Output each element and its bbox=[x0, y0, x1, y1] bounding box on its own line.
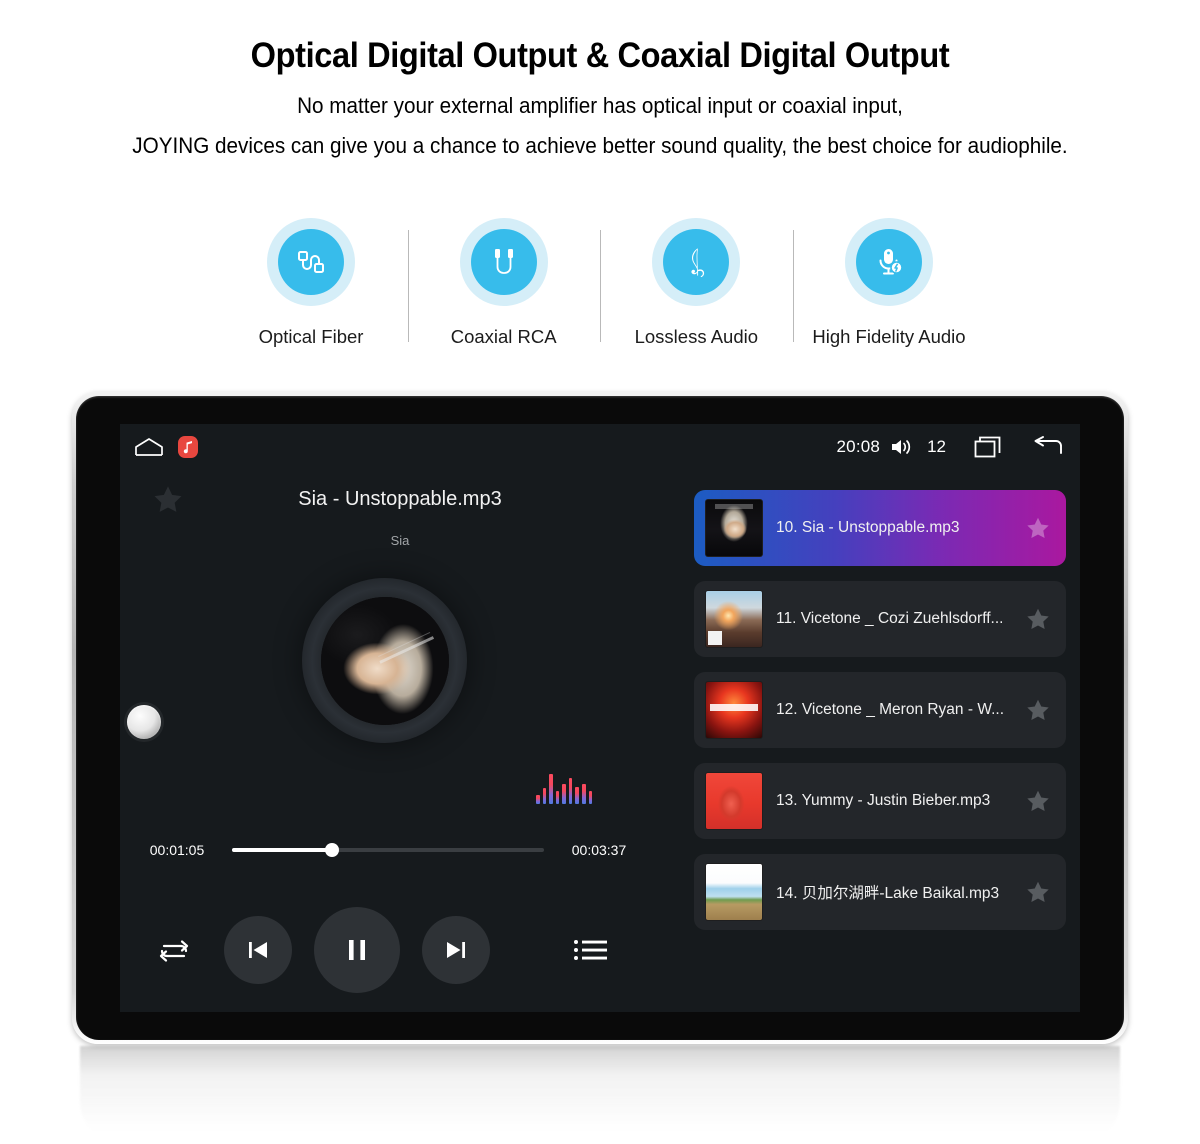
feature-halo bbox=[652, 218, 741, 306]
feature-list: Optical Fiber Coaxial RCA Lossless Audio… bbox=[215, 218, 985, 348]
recent-apps-icon[interactable] bbox=[974, 436, 1002, 458]
playlist-panel: 10. Sia - Unstoppable.mp3 11. Vicetone _… bbox=[694, 490, 1066, 945]
feature-lossless-audio: Lossless Audio bbox=[600, 218, 792, 348]
optical-fiber-icon bbox=[294, 245, 328, 279]
playlist-item-label: 13. Yummy - Justin Bieber.mp3 bbox=[776, 792, 991, 809]
eq-bar bbox=[555, 791, 560, 804]
playlist-item-star-icon[interactable] bbox=[1024, 879, 1052, 906]
eq-bar bbox=[536, 795, 540, 804]
feature-high-fidelity-audio: High Fidelity Audio bbox=[792, 218, 985, 348]
feature-label: Lossless Audio bbox=[634, 326, 759, 347]
treble-clef-icon bbox=[679, 245, 713, 279]
playback-controls bbox=[120, 902, 640, 998]
coaxial-rca-icon bbox=[487, 245, 521, 279]
feature-optical-fiber: Optical Fiber bbox=[215, 218, 407, 348]
volume-level: 12 bbox=[927, 437, 946, 456]
playlist-item-star-icon[interactable] bbox=[1024, 606, 1052, 633]
playlist-toggle-button[interactable] bbox=[566, 937, 616, 963]
hardware-home-button[interactable] bbox=[127, 705, 161, 739]
playlist-item[interactable]: 14. 贝加尔湖畔-Lake Baikal.mp3 bbox=[694, 854, 1066, 930]
feature-halo bbox=[844, 218, 933, 306]
progress-row: 00:01:05 00:03:37 bbox=[120, 842, 640, 858]
eq-bar bbox=[542, 788, 547, 804]
playlist-item-label: 10. Sia - Unstoppable.mp3 bbox=[776, 519, 960, 536]
playlist-item[interactable]: 12. Vicetone _ Meron Ryan - W... bbox=[694, 672, 1066, 748]
track-artist: Sia bbox=[390, 533, 410, 548]
playlist-item-star-icon[interactable] bbox=[1024, 788, 1052, 815]
volume-icon[interactable] bbox=[890, 437, 914, 457]
feature-coaxial-rca: Coaxial RCA bbox=[407, 218, 600, 348]
subtitle-line-2: JOYING devices can give you a chance to … bbox=[132, 133, 1068, 159]
previous-track-button[interactable] bbox=[224, 916, 292, 984]
back-arrow-icon[interactable] bbox=[1032, 436, 1064, 458]
playlist-item[interactable]: 10. Sia - Unstoppable.mp3 bbox=[694, 490, 1066, 566]
tablet-reflection bbox=[80, 1046, 1120, 1142]
playlist-item-star-icon[interactable] bbox=[1024, 515, 1052, 542]
progress-fill bbox=[232, 848, 332, 852]
feature-disc bbox=[663, 229, 730, 295]
status-bar: 20:08 12 bbox=[120, 424, 1080, 470]
feature-halo bbox=[459, 218, 548, 306]
album-artwork-sia bbox=[320, 596, 449, 725]
feature-label: Coaxial RCA bbox=[450, 326, 557, 347]
home-icon[interactable] bbox=[134, 437, 164, 457]
status-time: 20:08 bbox=[836, 437, 881, 456]
playlist-item-thumbnail bbox=[705, 863, 763, 921]
tablet-device: 20:08 12 Sia - Unstoppable.mp3 Sia 00:01… bbox=[72, 392, 1128, 1044]
album-art-disc[interactable] bbox=[302, 578, 467, 743]
track-title: Sia - Unstoppable.mp3 bbox=[298, 488, 502, 510]
playlist-item[interactable]: 11. Vicetone _ Cozi Zuehlsdorff... bbox=[694, 581, 1066, 657]
progress-slider[interactable] bbox=[232, 843, 544, 857]
album-art-image bbox=[320, 596, 449, 725]
playlist-item-thumbnail bbox=[705, 681, 763, 739]
equalizer-visualizer bbox=[536, 768, 593, 804]
playlist-item-thumbnail bbox=[705, 590, 763, 648]
progress-thumb[interactable] bbox=[324, 843, 339, 857]
now-playing-panel: Sia - Unstoppable.mp3 Sia 00:01:05 00:03… bbox=[120, 470, 680, 1012]
hifi-microphone-icon bbox=[872, 245, 906, 279]
eq-bar bbox=[575, 787, 579, 804]
playlist-item-label: 14. 贝加尔湖畔-Lake Baikal.mp3 bbox=[776, 885, 1000, 902]
page-header: Optical Digital Output & Coaxial Digital… bbox=[0, 0, 1200, 159]
eq-bar bbox=[581, 784, 586, 804]
feature-label: High Fidelity Audio bbox=[812, 326, 966, 347]
feature-disc bbox=[855, 229, 922, 295]
playlist-item-thumbnail bbox=[705, 499, 763, 557]
feature-halo bbox=[267, 218, 355, 306]
total-time: 00:03:37 bbox=[571, 842, 627, 858]
music-note-icon[interactable] bbox=[178, 436, 198, 458]
play-pause-button[interactable] bbox=[314, 907, 400, 993]
feature-label: Optical Fiber bbox=[258, 326, 364, 347]
eq-bar bbox=[568, 778, 573, 804]
playlist-item-thumbnail bbox=[705, 772, 763, 830]
elapsed-time: 00:01:05 bbox=[149, 842, 205, 858]
repeat-button[interactable] bbox=[146, 935, 202, 965]
eq-bar bbox=[549, 774, 553, 804]
subtitle-line-1: No matter your external amplifier has op… bbox=[297, 93, 903, 119]
next-track-button[interactable] bbox=[422, 916, 490, 984]
page-title: Optical Digital Output & Coaxial Digital… bbox=[250, 36, 950, 75]
device-screen: 20:08 12 Sia - Unstoppable.mp3 Sia 00:01… bbox=[120, 424, 1080, 1012]
eq-bar bbox=[562, 784, 566, 804]
feature-disc bbox=[470, 229, 537, 295]
playlist-item-label: 11. Vicetone _ Cozi Zuehlsdorff... bbox=[776, 610, 1004, 627]
eq-bar bbox=[588, 791, 593, 804]
feature-disc bbox=[278, 229, 344, 295]
playlist-item-label: 12. Vicetone _ Meron Ryan - W... bbox=[776, 701, 1005, 718]
favorite-star-icon[interactable] bbox=[150, 483, 186, 517]
playlist-item[interactable]: 13. Yummy - Justin Bieber.mp3 bbox=[694, 763, 1066, 839]
playlist-item-star-icon[interactable] bbox=[1024, 697, 1052, 724]
